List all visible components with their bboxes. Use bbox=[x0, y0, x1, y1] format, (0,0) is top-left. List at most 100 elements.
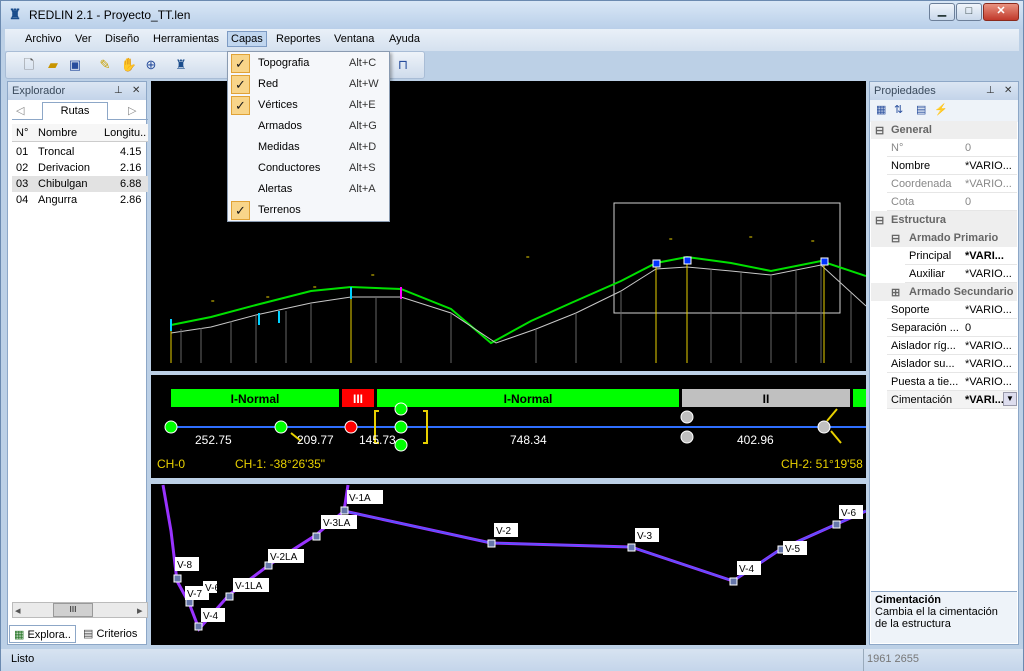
scroll-left-icon[interactable]: ◂ bbox=[15, 604, 21, 617]
plan-label: V-4 bbox=[203, 611, 218, 622]
maximize-button[interactable]: □ bbox=[956, 3, 982, 21]
categorized-icon[interactable]: ▦ bbox=[876, 103, 886, 116]
cell-longitud: 2.86 bbox=[120, 194, 142, 206]
plan-label: V-2LA bbox=[270, 552, 298, 563]
svg-text:=: = bbox=[371, 273, 375, 279]
pan-hand-icon[interactable]: ✋ bbox=[120, 56, 138, 74]
new-file-icon[interactable]: 🗋 bbox=[20, 56, 38, 74]
prop-row-selected[interactable]: Cimentación *VARI... ▼ bbox=[887, 391, 1017, 409]
svg-text:=: = bbox=[811, 239, 815, 245]
menu-ver[interactable]: Ver bbox=[75, 33, 92, 45]
events-icon[interactable]: ⚡ bbox=[934, 103, 948, 116]
minimize-button[interactable]: ▁ bbox=[929, 3, 955, 21]
menu-reportes[interactable]: Reportes bbox=[276, 33, 321, 45]
check-icon: ✓ bbox=[231, 96, 250, 115]
dropdown-arrow-icon[interactable]: ▼ bbox=[1003, 392, 1017, 406]
col-longitud[interactable]: Longitu.. bbox=[104, 127, 146, 139]
save-icon[interactable]: ▣ bbox=[66, 56, 84, 74]
close-panel-icon[interactable]: ✕ bbox=[1004, 85, 1012, 96]
table-row[interactable]: 02 Derivacion 2.16 bbox=[12, 160, 148, 176]
menu-herramientas[interactable]: Herramientas bbox=[153, 33, 219, 45]
menu-item-conductores[interactable]: Conductores Alt+S bbox=[228, 158, 389, 179]
open-folder-icon[interactable]: ▰ bbox=[44, 56, 62, 74]
tab-scroll-right-icon[interactable]: ▷ bbox=[128, 104, 136, 117]
prop-row[interactable]: Principal *VARI... bbox=[905, 247, 1017, 265]
cell-n: 02 bbox=[16, 162, 29, 174]
prop-row[interactable]: N° 0 bbox=[887, 139, 1017, 157]
cell-n: 03 bbox=[16, 178, 29, 190]
menu-item-topografia[interactable]: ✓ Topografia Alt+C bbox=[228, 53, 389, 74]
property-pages-icon[interactable]: ▤ bbox=[916, 103, 926, 116]
menu-diseno[interactable]: Diseño bbox=[105, 33, 139, 45]
plan-label: V-2 bbox=[496, 526, 511, 537]
band-label-2: III bbox=[353, 392, 363, 406]
prop-row[interactable]: Auxiliar *VARIO... bbox=[905, 265, 1017, 283]
category-estructura[interactable]: ⊟ Estructura bbox=[871, 211, 1017, 229]
menu-ventana[interactable]: Ventana bbox=[334, 33, 374, 45]
prop-row[interactable]: Aislador su... *VARIO... bbox=[887, 355, 1017, 373]
ch-label-1: CH-1: -38°26'35" bbox=[235, 457, 325, 471]
pin-icon[interactable]: ⊥ bbox=[114, 85, 123, 96]
cell-nombre: Derivacion bbox=[38, 162, 90, 174]
prop-row[interactable]: Puesta a tie... *VARIO... bbox=[887, 373, 1017, 391]
category-armado-secundario[interactable]: ⊞ Armado Secundario bbox=[871, 283, 1017, 301]
close-button[interactable]: ✕ bbox=[983, 3, 1019, 21]
sort-az-icon[interactable]: ⇅ bbox=[894, 103, 903, 116]
check-icon: ✓ bbox=[231, 75, 250, 94]
menu-capas[interactable]: Capas bbox=[227, 31, 267, 47]
cell-longitud: 6.88 bbox=[120, 178, 142, 190]
prop-row[interactable]: Aislador ríg... *VARIO... bbox=[887, 337, 1017, 355]
dist-5: 402.96 bbox=[737, 433, 774, 447]
table-row[interactable]: 03 Chibulgan 6.88 bbox=[12, 176, 148, 192]
menu-ayuda[interactable]: Ayuda bbox=[389, 33, 420, 45]
tab-criterios-label: Criterios bbox=[96, 628, 138, 640]
routes-table-header: N° Nombre Longitu.. bbox=[12, 124, 148, 142]
band-label-4: II bbox=[763, 392, 770, 406]
menu-item-red[interactable]: ✓ Red Alt+W bbox=[228, 74, 389, 95]
category-armado-primario[interactable]: ⊟ Armado Primario bbox=[871, 229, 1017, 247]
tab-explorador[interactable]: ▦ Explora.. bbox=[9, 625, 76, 643]
svg-text:=: = bbox=[266, 295, 270, 301]
col-nombre[interactable]: Nombre bbox=[38, 127, 77, 139]
app-window: ♜ REDLIN 2.1 - Proyecto_TT.len ▁ □ ✕ Arc… bbox=[0, 0, 1024, 671]
prop-row[interactable]: Cota 0 bbox=[887, 193, 1017, 211]
window-title: REDLIN 2.1 - Proyecto_TT.len bbox=[29, 8, 191, 22]
explorer-panel: Explorador ⊥ ✕ ◁ Rutas ▷ N° Nombre Longi… bbox=[7, 81, 148, 645]
scroll-right-icon[interactable]: ▸ bbox=[137, 604, 143, 617]
profile-view-icon[interactable]: ⊓ bbox=[394, 56, 412, 74]
menu-archivo[interactable]: Archivo bbox=[25, 33, 62, 45]
menu-item-alertas[interactable]: Alertas Alt+A bbox=[228, 179, 389, 200]
cell-n: 04 bbox=[16, 194, 29, 206]
table-row[interactable]: 01 Troncal 4.15 bbox=[12, 144, 148, 160]
horizontal-scrollbar[interactable]: ◂ III ▸ bbox=[12, 602, 148, 618]
category-general[interactable]: ⊟ General bbox=[871, 121, 1017, 139]
ruler-icon[interactable]: ✎ bbox=[96, 56, 114, 74]
dist-3: 145.73 bbox=[359, 433, 396, 447]
tower-icon[interactable]: ♜ bbox=[172, 56, 190, 74]
svg-text:=: = bbox=[211, 299, 215, 305]
menu-item-armados[interactable]: Armados Alt+G bbox=[228, 116, 389, 137]
plan-label: V-4 bbox=[739, 564, 754, 575]
prop-row[interactable]: Nombre *VARIO... bbox=[887, 157, 1017, 175]
table-row[interactable]: 04 Angurra 2.86 bbox=[12, 192, 148, 208]
app-logo-icon: ♜ bbox=[8, 6, 22, 22]
tab-rutas[interactable]: Rutas bbox=[42, 102, 108, 120]
menu-item-terrenos[interactable]: ✓ Terrenos bbox=[228, 200, 389, 221]
check-icon: ✓ bbox=[231, 54, 250, 73]
menu-item-medidas[interactable]: Medidas Alt+D bbox=[228, 137, 389, 158]
scroll-thumb[interactable]: III bbox=[53, 603, 93, 617]
col-n[interactable]: N° bbox=[16, 127, 28, 139]
plan-label: V-3LA bbox=[323, 518, 351, 529]
prop-row[interactable]: Soporte *VARIO... bbox=[887, 301, 1017, 319]
plan-view: V-1A V-3LA V-2 V-3 V-4 V-5 V-6 V-8 V-7 V… bbox=[161, 484, 867, 632]
tab-criterios[interactable]: ▤ Criterios bbox=[79, 625, 141, 643]
prop-row[interactable]: Separación ... 0 bbox=[887, 319, 1017, 337]
tab-scroll-left-icon[interactable]: ◁ bbox=[16, 104, 24, 117]
close-panel-icon[interactable]: ✕ bbox=[132, 85, 140, 96]
zoom-icon[interactable]: ⊕ bbox=[142, 56, 160, 74]
pin-icon[interactable]: ⊥ bbox=[986, 85, 995, 96]
band-end bbox=[853, 389, 866, 407]
menu-item-vertices[interactable]: ✓ Vértices Alt+E bbox=[228, 95, 389, 116]
prop-row[interactable]: Coordenada *VARIO... bbox=[887, 175, 1017, 193]
property-help: Cimentación Cambia el la cimentación de … bbox=[871, 591, 1017, 643]
